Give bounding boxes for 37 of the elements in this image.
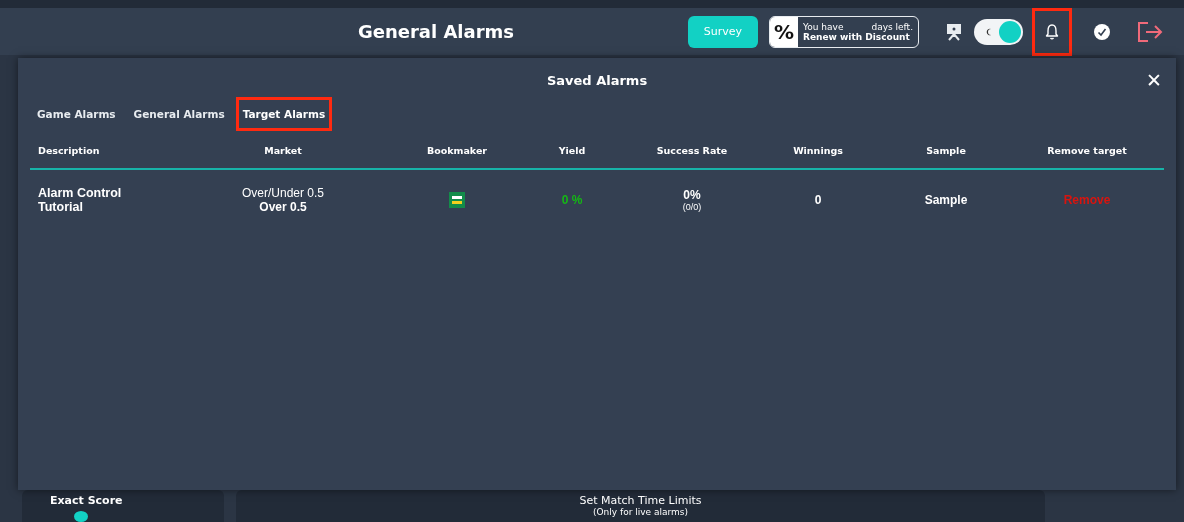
percent-badge: % [770,16,798,47]
logout-icon[interactable] [1137,20,1163,43]
column-header: Success Rate [656,144,728,156]
column-header: Winnings [793,144,843,156]
column-header: Remove target [1047,144,1127,156]
table-cell: 0 [814,193,822,207]
alarm-tab[interactable]: Target Alarms [235,97,333,131]
promo-text: You have [803,21,844,32]
alarm-tab[interactable]: General Alarms [126,97,232,131]
modal-title: Saved Alarms [546,72,648,88]
column-header: Market [264,144,302,156]
bookmaker-logo-icon [449,192,465,208]
close-button[interactable]: ✕ [1140,68,1168,92]
column-header: Yield [558,144,586,156]
card-title: Set Match Time Limits [579,494,702,507]
card-subtitle: (Only for live alarms) [593,507,688,517]
card-title: Exact Score [50,494,123,507]
dark-mode-toggle[interactable] [974,18,1023,45]
table-cell: 0 % [561,193,583,207]
column-header: Description [37,144,100,156]
bell-icon [1044,22,1060,41]
page-title: General Alarms [357,21,515,42]
radio-icon[interactable] [74,511,88,522]
table-cell: Over 0.5 [259,200,307,214]
presentation-board-icon[interactable] [946,22,962,41]
table-cell: Over/Under 0.5 [241,186,324,200]
promo-link: Renew with Discount [803,31,911,42]
notifications-button[interactable] [1032,7,1072,56]
column-header: Bookmaker [426,144,488,156]
table-cell: 0% [683,188,701,202]
check-circle-icon[interactable] [1094,23,1110,40]
table-cell: Sample [924,193,968,207]
promo-text: days left. [871,21,913,32]
alarm-tab[interactable]: Game Alarms [30,97,123,131]
table-cell: (0/0) [682,202,702,212]
table-cell-text: Alarm Control Tutorial [38,186,123,214]
column-header: Sample [926,144,966,156]
